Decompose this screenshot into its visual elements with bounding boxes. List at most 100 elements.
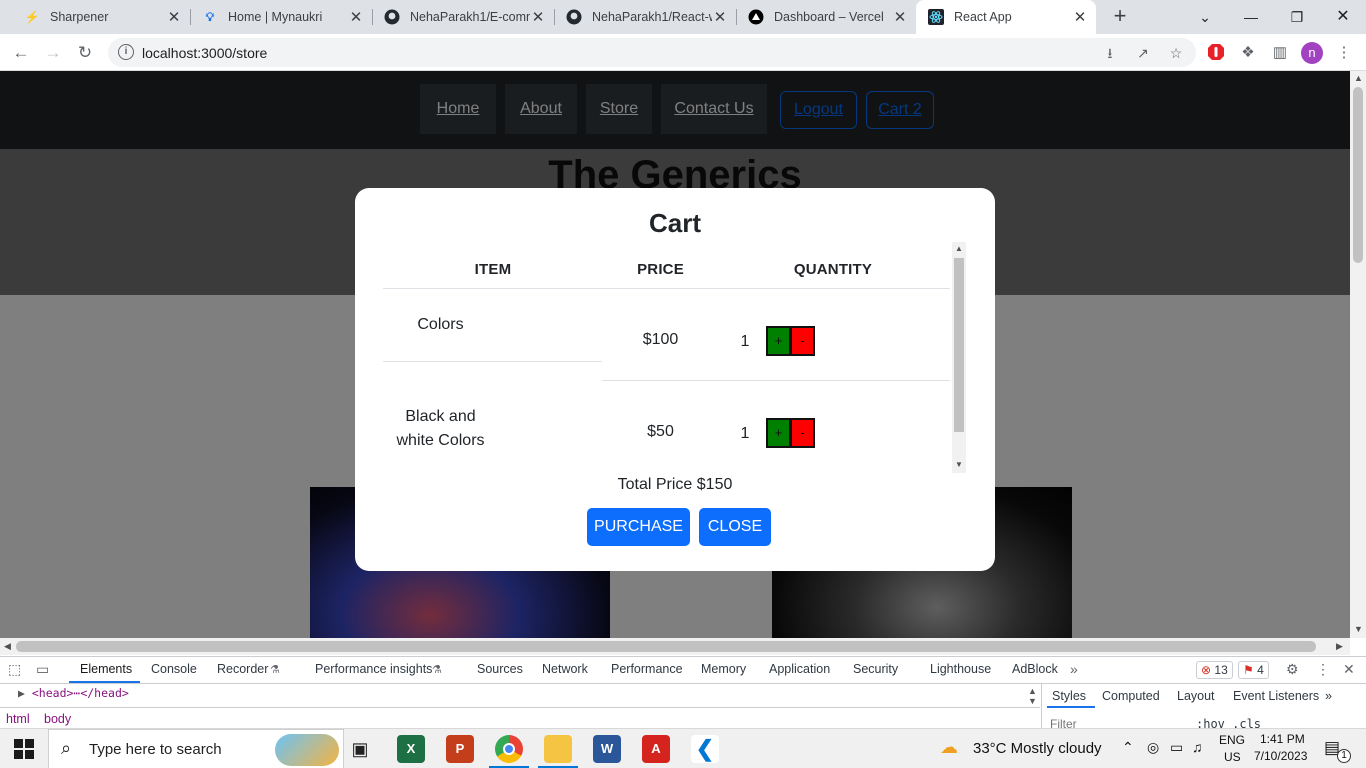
device-toolbar-icon[interactable]: ▭ [36,661,49,678]
dom-head-node[interactable]: <head>⋯</head> [32,686,129,700]
language-bottom[interactable]: US [1224,750,1241,764]
adblock-icon[interactable] [1206,43,1226,63]
weather-text[interactable]: 33°C Mostly cloudy [973,740,1102,757]
forward-button[interactable]: → [40,40,66,66]
devtools-tab-sources[interactable]: Sources [477,662,523,676]
breadcrumb-html[interactable]: html [6,712,30,726]
inspect-element-icon[interactable]: ⬚ [8,661,21,678]
task-view-icon[interactable]: ▣ [346,735,374,763]
url-text[interactable]: localhost:3000/store [142,45,267,61]
scroll-up-arrow-icon[interactable]: ▲ [1354,73,1363,83]
scroll-down-arrow-icon[interactable]: ▼ [1354,624,1363,634]
address-bar[interactable]: i localhost:3000/store ⭳ ↗ ☆ [108,38,1196,67]
dom-scroll-icon[interactable]: ▲ ▼ [1028,686,1037,706]
network-icon[interactable]: ◎ [1147,739,1159,756]
decrease-quantity-button[interactable]: - [790,326,815,356]
tab-react-app[interactable]: React App ✕ [916,0,1096,34]
powerpoint-icon[interactable]: P [446,735,474,763]
site-info-icon[interactable]: i [118,44,134,60]
close-tab-icon[interactable]: ✕ [892,8,908,26]
show-hidden-icons[interactable]: ⌃ [1122,739,1134,756]
close-devtools-icon[interactable]: ✕ [1343,661,1355,678]
increase-quantity-button[interactable]: + [766,326,791,356]
scroll-right-arrow-icon[interactable]: ▶ [1336,641,1343,652]
more-panes-chevron-icon[interactable]: » [1325,689,1332,703]
word-icon[interactable]: W [593,735,621,763]
tab-github-react[interactable]: NehaParakh1/React-w ✕ [554,0,737,34]
install-app-icon[interactable]: ⭳ [1101,44,1119,62]
scroll-left-arrow-icon[interactable]: ◀ [4,641,11,652]
share-icon[interactable]: ↗ [1134,44,1152,62]
layout-tab[interactable]: Layout [1177,689,1215,703]
back-button[interactable]: ← [8,40,34,66]
devtools-tab-lighthouse[interactable]: Lighthouse [930,662,991,676]
chrome-icon[interactable] [495,735,523,763]
vscode-icon[interactable]: ❮ [691,735,719,763]
event-listeners-tab[interactable]: Event Listeners [1233,689,1319,703]
page-vertical-scrollbar[interactable]: ▲ ▼ [1350,71,1366,638]
volume-icon[interactable]: ♫ [1192,739,1203,755]
devtools-menu-icon[interactable]: ⋮ [1316,661,1330,678]
scroll-up-arrow-icon[interactable]: ▲ [952,244,966,253]
restore-button[interactable]: ❐ [1274,4,1320,30]
computed-tab[interactable]: Computed [1102,689,1160,703]
close-tab-icon[interactable]: ✕ [1072,8,1088,26]
side-panel-icon[interactable]: ▥ [1270,43,1290,63]
devtools-tab-memory[interactable]: Memory [701,662,746,676]
new-tab-button[interactable]: + [1108,5,1132,29]
errors-badge[interactable]: ⊗ 13 [1196,661,1233,679]
battery-icon[interactable]: ▭ [1170,739,1183,756]
expand-triangle-icon[interactable]: ▶ [18,686,25,700]
close-button[interactable]: CLOSE [699,508,771,546]
increase-quantity-button[interactable]: + [766,418,791,448]
scrollbar-thumb[interactable] [1353,87,1363,263]
close-tab-icon[interactable]: ✕ [348,8,364,26]
devtools-tab-performance[interactable]: Performance [611,662,683,676]
page-horizontal-scrollbar[interactable]: ◀ ▶ [0,638,1350,655]
clock-date[interactable]: 7/10/2023 [1254,749,1307,763]
more-tabs-chevron-icon[interactable]: » [1070,661,1078,677]
close-tab-icon[interactable]: ✕ [166,8,182,26]
devtools-tab-adblock[interactable]: AdBlock [1012,662,1058,676]
devtools-tab-security[interactable]: Security [853,662,898,676]
extensions-icon[interactable]: ❖ [1238,43,1258,63]
close-tab-icon[interactable]: ✕ [712,8,728,26]
tab-search-icon[interactable]: ⌄ [1182,4,1228,30]
cart-scrollbar[interactable]: ▲ ▼ [952,242,966,473]
scrollbar-thumb[interactable] [16,641,1316,652]
devtools-tab-console[interactable]: Console [151,662,197,676]
cart-item-price: $100 [642,331,679,348]
close-tab-icon[interactable]: ✕ [530,8,546,26]
decrease-quantity-button[interactable]: - [790,418,815,448]
profile-avatar[interactable]: n [1301,42,1323,64]
tab-vercel[interactable]: Dashboard – Vercel ✕ [736,0,916,34]
devtools-tab-network[interactable]: Network [542,662,588,676]
settings-gear-icon[interactable]: ⚙ [1286,661,1299,678]
file-explorer-icon[interactable] [544,735,572,763]
tab-sharpener[interactable]: ⚡ Sharpener ✕ [8,0,191,34]
tab-mynaukri[interactable]: 💡︎ Home | Mynaukri ✕ [190,0,373,34]
devtools-tab-elements[interactable]: Elements [80,662,132,676]
excel-icon[interactable]: X [397,735,425,763]
windows-start-icon[interactable] [14,739,34,759]
close-window-button[interactable]: ✕ [1320,4,1366,30]
acrobat-icon[interactable]: A [642,735,670,763]
scroll-down-arrow-icon[interactable]: ▼ [952,460,966,469]
clock-time[interactable]: 1:41 PM [1260,732,1305,746]
purchase-button[interactable]: PURCHASE [587,508,690,546]
devtools-tab-performance-insights[interactable]: Performance insights [315,662,432,676]
devtools-tab-recorder[interactable]: Recorder [217,662,268,676]
dom-tree-line[interactable]: ▶ <head>⋯</head> [18,686,129,700]
menu-kebab-icon[interactable]: ⋮ [1334,43,1354,63]
devtools-tab-application[interactable]: Application [769,662,830,676]
scrollbar-thumb[interactable] [954,258,964,432]
breadcrumb-body[interactable]: body [44,712,71,726]
taskbar-search-input[interactable]: ⌕ Type here to search [48,729,344,768]
reload-button[interactable]: ↻ [72,40,98,66]
issues-badge[interactable]: ⚑ 4 [1238,661,1269,679]
styles-tab[interactable]: Styles [1052,689,1086,703]
bookmark-star-icon[interactable]: ☆ [1167,44,1185,62]
tab-github-ecomm[interactable]: NehaParakh1/E-comm ✕ [372,0,555,34]
minimize-button[interactable]: — [1228,4,1274,30]
language-top[interactable]: ENG [1219,733,1245,747]
